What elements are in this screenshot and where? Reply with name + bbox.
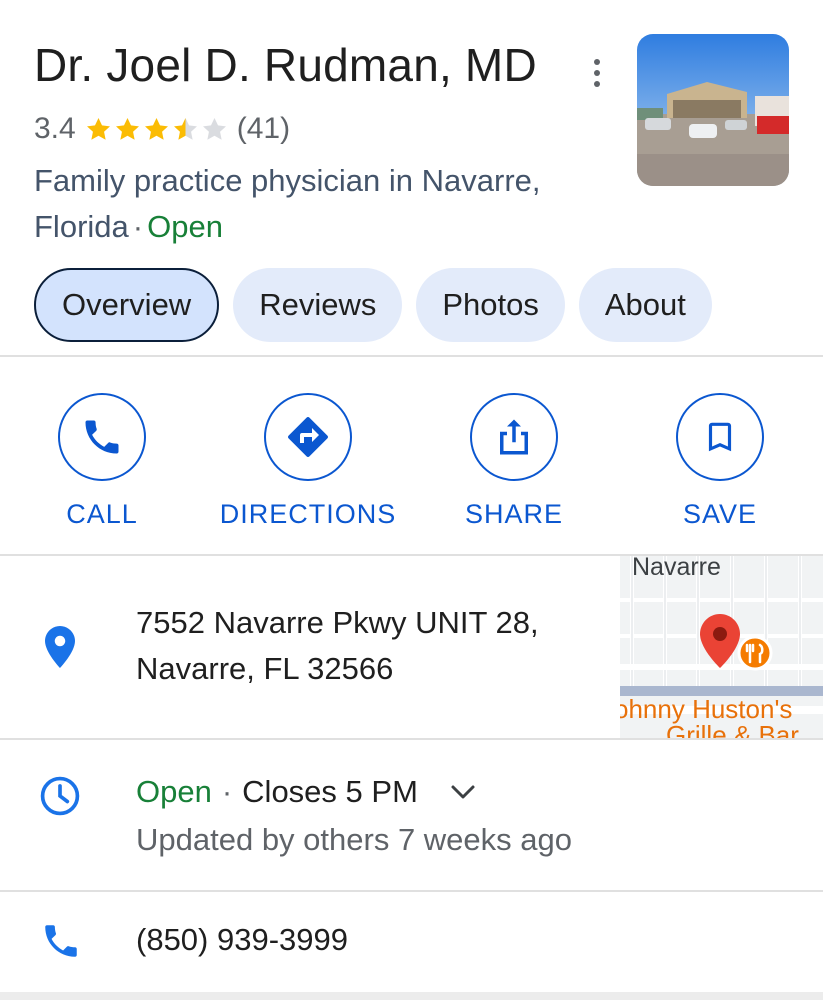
rating-summary[interactable]: 3.4 (41) [34, 112, 290, 146]
tab-photos[interactable]: Photos [416, 268, 565, 342]
tab-reviews[interactable]: Reviews [233, 268, 403, 342]
phone-row[interactable]: (850) 939-3999 [0, 892, 823, 1000]
separator-dot: · [132, 209, 144, 244]
call-circle[interactable] [58, 393, 146, 481]
address-row[interactable]: 7552 Navarre Pkwy UNIT 28, Navarre, FL 3… [0, 556, 823, 738]
directions-button[interactable]: DIRECTIONS [208, 393, 408, 530]
more-options-icon[interactable] [582, 56, 612, 90]
hours-updated-note: Updated by others 7 weeks ago [136, 822, 572, 857]
star-rating [84, 115, 229, 144]
directions-label: DIRECTIONS [219, 499, 397, 529]
phone-number: (850) 939-3999 [136, 922, 348, 957]
save-circle[interactable] [676, 393, 764, 481]
place-photo-thumbnail[interactable] [637, 34, 789, 186]
phone-icon [85, 420, 119, 454]
star-full-icon [144, 117, 168, 140]
call-label: CALL [66, 499, 138, 529]
rating-value: 3.4 [34, 112, 76, 145]
chevron-down-icon [451, 785, 475, 799]
separator-dot: · [221, 774, 233, 809]
closing-time: Closes 5 PM [242, 774, 418, 809]
place-title: Dr. Joel D. Rudman, MD [34, 39, 537, 91]
save-label: SAVE [682, 499, 758, 529]
open-status: Open [147, 209, 223, 244]
phone-icon [45, 925, 77, 957]
place-header: Dr. Joel D. Rudman, MD 3.4 (41) Family p… [0, 0, 823, 250]
action-buttons: CALL DIRECTIONS SHARE SAVE [0, 358, 823, 554]
star-half-icon [173, 117, 197, 140]
category-text: Family practice physician in Navarre, Fl… [34, 163, 541, 244]
star-full-icon [115, 117, 139, 140]
share-icon [500, 419, 528, 455]
call-button[interactable]: CALL [2, 393, 202, 530]
bookmark-icon [708, 422, 732, 452]
save-button[interactable]: SAVE [620, 393, 820, 530]
share-button[interactable]: SHARE [414, 393, 614, 530]
hours-status-line[interactable]: Open · Closes 5 PM [136, 774, 478, 810]
tab-about[interactable]: About [578, 268, 712, 342]
address-text: 7552 Navarre Pkwy UNIT 28, Navarre, FL 3… [136, 600, 539, 692]
star-full-icon [86, 117, 110, 140]
bottom-divider [0, 992, 823, 1000]
location-pin-icon [45, 626, 75, 668]
review-count: (41) [236, 112, 291, 145]
divider [0, 355, 823, 357]
share-label: SHARE [464, 499, 564, 529]
star-empty-icon [202, 117, 226, 140]
tab-overview[interactable]: Overview [34, 268, 220, 342]
clock-icon [40, 776, 80, 816]
category-line: Family practice physician in Navarre, Fl… [34, 158, 614, 250]
map-thumbnail[interactable]: Navarre ohnny Huston's Grille & Bar [620, 556, 823, 738]
map-poi-label-2: Grille & Bar [666, 720, 799, 738]
address-line-2: Navarre, FL 32566 [136, 651, 394, 686]
map-town-label: Navarre [632, 556, 721, 581]
tab-bar: Overview Reviews Photos About [34, 268, 712, 342]
share-circle[interactable] [470, 393, 558, 481]
directions-circle[interactable] [264, 393, 352, 481]
hours-open-status: Open [136, 774, 212, 809]
hours-row[interactable]: Open · Closes 5 PM Updated by others 7 w… [0, 740, 823, 890]
address-line-1: 7552 Navarre Pkwy UNIT 28, [136, 605, 539, 640]
directions-icon [288, 417, 328, 457]
